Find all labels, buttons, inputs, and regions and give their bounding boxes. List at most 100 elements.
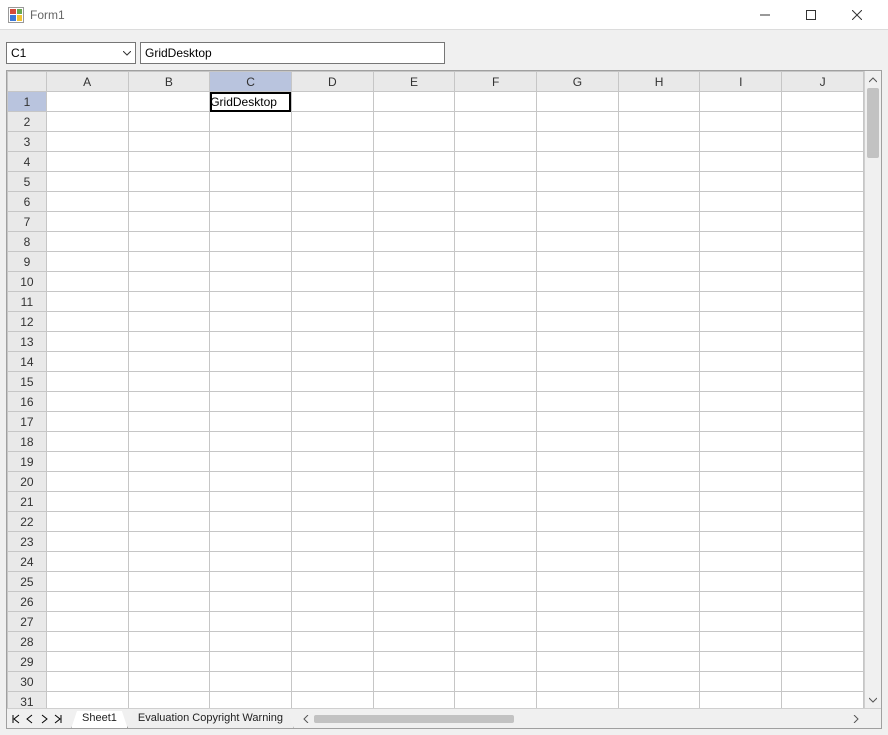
grid-viewport[interactable]: ABCDEFGHIJ1GridDesktop234567891011121314… — [7, 71, 864, 708]
cell-F30[interactable] — [455, 672, 537, 692]
cell-I6[interactable] — [700, 192, 782, 212]
row-header-16[interactable]: 16 — [8, 392, 47, 412]
cell-F15[interactable] — [455, 372, 537, 392]
cell-A3[interactable] — [46, 132, 128, 152]
cell-I20[interactable] — [700, 472, 782, 492]
cell-A21[interactable] — [46, 492, 128, 512]
cell-G21[interactable] — [537, 492, 619, 512]
cell-A28[interactable] — [46, 632, 128, 652]
row-header-5[interactable]: 5 — [8, 172, 47, 192]
cell-E27[interactable] — [373, 612, 455, 632]
cell-G26[interactable] — [537, 592, 619, 612]
name-box-input[interactable] — [7, 43, 135, 63]
cell-F29[interactable] — [455, 652, 537, 672]
cell-F13[interactable] — [455, 332, 537, 352]
cell-I4[interactable] — [700, 152, 782, 172]
cell-E6[interactable] — [373, 192, 455, 212]
cell-J18[interactable] — [782, 432, 864, 452]
column-header-F[interactable]: F — [455, 72, 537, 92]
row-header-1[interactable]: 1 — [8, 92, 47, 112]
cell-D16[interactable] — [291, 392, 373, 412]
cell-F19[interactable] — [455, 452, 537, 472]
cell-I13[interactable] — [700, 332, 782, 352]
cell-H24[interactable] — [618, 552, 700, 572]
cell-H15[interactable] — [618, 372, 700, 392]
cell-H27[interactable] — [618, 612, 700, 632]
sheet-tab-1[interactable]: Evaluation Copyright Warning — [127, 711, 294, 729]
cell-B30[interactable] — [128, 672, 210, 692]
cell-D5[interactable] — [291, 172, 373, 192]
horizontal-scrollbar[interactable] — [297, 709, 881, 728]
cell-I23[interactable] — [700, 532, 782, 552]
maximize-button[interactable] — [788, 0, 834, 30]
cell-G31[interactable] — [537, 692, 619, 709]
cell-D26[interactable] — [291, 592, 373, 612]
cell-J26[interactable] — [782, 592, 864, 612]
cell-C19[interactable] — [210, 452, 292, 472]
cell-J14[interactable] — [782, 352, 864, 372]
cell-E30[interactable] — [373, 672, 455, 692]
cell-I27[interactable] — [700, 612, 782, 632]
cell-B7[interactable] — [128, 212, 210, 232]
cell-E12[interactable] — [373, 312, 455, 332]
cell-C25[interactable] — [210, 572, 292, 592]
column-header-E[interactable]: E — [373, 72, 455, 92]
cell-J24[interactable] — [782, 552, 864, 572]
cell-H17[interactable] — [618, 412, 700, 432]
tab-nav-first[interactable] — [9, 710, 23, 728]
cell-D18[interactable] — [291, 432, 373, 452]
cell-H9[interactable] — [618, 252, 700, 272]
cell-H13[interactable] — [618, 332, 700, 352]
cell-G25[interactable] — [537, 572, 619, 592]
cell-B26[interactable] — [128, 592, 210, 612]
scroll-up-icon[interactable] — [865, 71, 881, 88]
cell-I2[interactable] — [700, 112, 782, 132]
column-header-B[interactable]: B — [128, 72, 210, 92]
cell-E19[interactable] — [373, 452, 455, 472]
cell-G11[interactable] — [537, 292, 619, 312]
cell-I7[interactable] — [700, 212, 782, 232]
row-header-4[interactable]: 4 — [8, 152, 47, 172]
cell-B2[interactable] — [128, 112, 210, 132]
cell-A13[interactable] — [46, 332, 128, 352]
cell-F9[interactable] — [455, 252, 537, 272]
cell-E4[interactable] — [373, 152, 455, 172]
cell-C12[interactable] — [210, 312, 292, 332]
cell-F17[interactable] — [455, 412, 537, 432]
cell-E14[interactable] — [373, 352, 455, 372]
cell-J6[interactable] — [782, 192, 864, 212]
cell-G14[interactable] — [537, 352, 619, 372]
cell-B31[interactable] — [128, 692, 210, 709]
cell-I1[interactable] — [700, 92, 782, 112]
cell-D15[interactable] — [291, 372, 373, 392]
cell-F22[interactable] — [455, 512, 537, 532]
cell-B29[interactable] — [128, 652, 210, 672]
cell-D25[interactable] — [291, 572, 373, 592]
cell-D27[interactable] — [291, 612, 373, 632]
cell-B8[interactable] — [128, 232, 210, 252]
cell-B25[interactable] — [128, 572, 210, 592]
cell-D10[interactable] — [291, 272, 373, 292]
cell-A31[interactable] — [46, 692, 128, 709]
cell-D7[interactable] — [291, 212, 373, 232]
cell-J9[interactable] — [782, 252, 864, 272]
cell-J21[interactable] — [782, 492, 864, 512]
cell-C6[interactable] — [210, 192, 292, 212]
cell-D21[interactable] — [291, 492, 373, 512]
row-header-20[interactable]: 20 — [8, 472, 47, 492]
cell-F12[interactable] — [455, 312, 537, 332]
cell-F18[interactable] — [455, 432, 537, 452]
cell-J13[interactable] — [782, 332, 864, 352]
cell-D24[interactable] — [291, 552, 373, 572]
cell-G1[interactable] — [537, 92, 619, 112]
cell-F24[interactable] — [455, 552, 537, 572]
cell-F1[interactable] — [455, 92, 537, 112]
row-header-19[interactable]: 19 — [8, 452, 47, 472]
row-header-14[interactable]: 14 — [8, 352, 47, 372]
cell-A14[interactable] — [46, 352, 128, 372]
cell-D29[interactable] — [291, 652, 373, 672]
cell-E13[interactable] — [373, 332, 455, 352]
cell-I8[interactable] — [700, 232, 782, 252]
cell-F10[interactable] — [455, 272, 537, 292]
cell-F4[interactable] — [455, 152, 537, 172]
